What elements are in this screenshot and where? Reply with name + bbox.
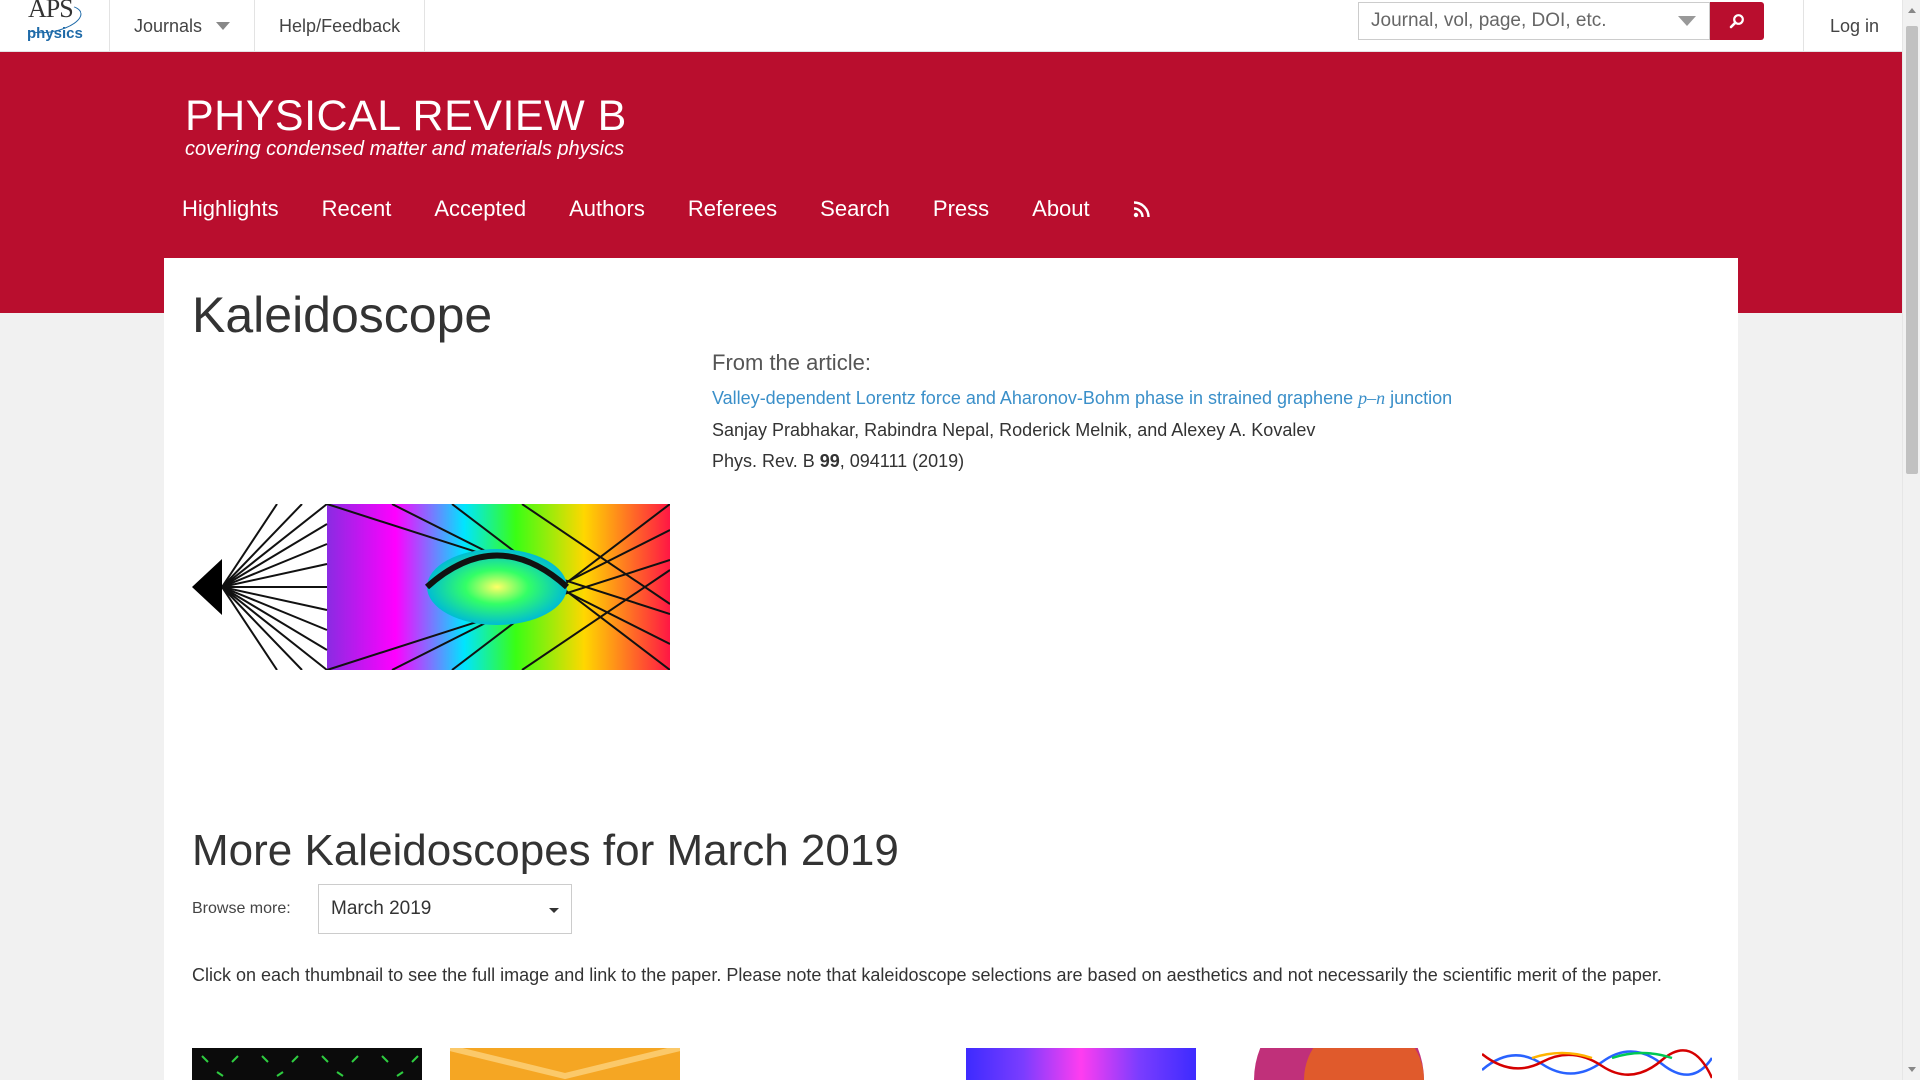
- thumbnail-3[interactable]: [966, 1048, 1196, 1080]
- logo-text: APS: [28, 0, 74, 23]
- search-button[interactable]: [1710, 2, 1764, 40]
- thumbnail-strip: [192, 1048, 1722, 1080]
- content-card: Kaleidoscope From the article: Valley-de…: [164, 258, 1738, 1080]
- aps-logo[interactable]: APS physics: [0, 0, 110, 52]
- journal-title[interactable]: PHYSICAL REVIEW B: [185, 92, 627, 141]
- rss-icon[interactable]: [1133, 200, 1151, 218]
- browse-month-value: March 2019: [331, 898, 432, 919]
- thumbnail-4[interactable]: [1224, 1048, 1454, 1080]
- browse-month-select[interactable]: March 2019: [318, 884, 572, 934]
- journals-label: Journals: [134, 15, 203, 36]
- help-feedback-label: Help/Feedback: [279, 15, 401, 36]
- scroll-down-icon[interactable]: [1908, 1067, 1916, 1072]
- thumbnail-2[interactable]: [450, 1048, 680, 1080]
- scrollbar-thumb[interactable]: [1906, 26, 1918, 474]
- journals-menu[interactable]: Journals: [110, 0, 256, 52]
- nav-highlights[interactable]: Highlights: [182, 196, 279, 222]
- article-title-math: p–n: [1358, 388, 1386, 408]
- thumbnail-1[interactable]: [192, 1048, 422, 1080]
- article-authors: Sanjay Prabhakar, Rabindra Nepal, Roderi…: [712, 420, 1316, 440]
- login-label: Log in: [1830, 15, 1880, 36]
- main-nav: Highlights Recent Accepted Authors Refer…: [182, 196, 1151, 222]
- search-input[interactable]: [1358, 2, 1710, 40]
- nav-referees[interactable]: Referees: [688, 196, 777, 222]
- more-kaleidoscopes-heading: More Kaleidoscopes for March 2019: [192, 826, 899, 875]
- article-title-text: Valley-dependent Lorentz force and Aharo…: [712, 388, 1359, 408]
- search-icon: [1729, 14, 1744, 29]
- citation-volume: 99: [819, 451, 840, 471]
- browse-more-label: Browse more:: [192, 900, 291, 917]
- journal-subtitle: covering condensed matter and materials …: [185, 138, 625, 160]
- article-title-link[interactable]: Valley-dependent Lorentz force and Aharo…: [712, 388, 1452, 409]
- scroll-up-icon[interactable]: [1908, 8, 1916, 13]
- logo-subtext: physics: [27, 25, 83, 42]
- nav-authors[interactable]: Authors: [569, 196, 645, 222]
- citation-journal: Phys. Rev. B: [712, 451, 820, 471]
- chevron-down-icon: [216, 22, 231, 30]
- page-title: Kaleidoscope: [192, 287, 493, 343]
- thumbnail-note: Click on each thumbnail to see the full …: [192, 965, 1662, 985]
- nav-search[interactable]: Search: [820, 196, 890, 222]
- nav-accepted[interactable]: Accepted: [434, 196, 526, 222]
- article-title-suffix: junction: [1385, 388, 1453, 408]
- nav-press[interactable]: Press: [933, 196, 989, 222]
- citation-page-year: , 094111 (2019): [839, 451, 965, 471]
- page-scrollbar[interactable]: [1902, 0, 1920, 1080]
- chevron-down-icon: [549, 908, 559, 913]
- article-citation: Phys. Rev. B 99, 094111 (2019): [712, 451, 964, 472]
- from-article-label: From the article:: [712, 350, 871, 375]
- nav-about[interactable]: About: [1032, 196, 1090, 222]
- site-search: [1358, 2, 1764, 40]
- nav-recent[interactable]: Recent: [322, 196, 392, 222]
- kaleidoscope-image[interactable]: [192, 503, 671, 671]
- login-link[interactable]: Log in: [1803, 0, 1903, 52]
- search-dropdown-icon[interactable]: [1678, 16, 1696, 26]
- help-feedback-link[interactable]: Help/Feedback: [255, 0, 426, 52]
- thumbnail-5[interactable]: [1482, 1048, 1712, 1080]
